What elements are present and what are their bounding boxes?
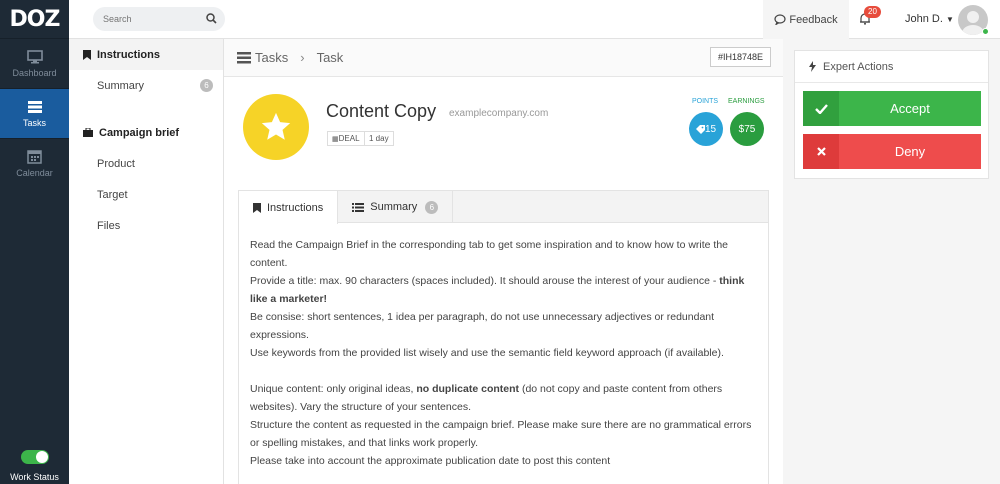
main-rail: DOZ Dashboard Tasks Calendar Work Status: [0, 0, 69, 484]
instruction-paragraph: Provide a title: max. 90 characters (spa…: [250, 275, 745, 305]
rail-label-tasks: Tasks: [22, 117, 46, 128]
subnav-instructions-label: Instructions: [97, 48, 160, 61]
company-name: examplecompany.com: [449, 108, 549, 119]
instruction-paragraph: Use keywords from the provided list wise…: [250, 347, 724, 359]
subnav-item-files[interactable]: Files: [69, 210, 223, 241]
rail-label-dashboard: Dashboard: [12, 67, 57, 78]
points-badge: 15: [689, 112, 723, 146]
rail-label-calendar: Calendar: [16, 168, 53, 178]
rail-item-dashboard[interactable]: Dashboard: [0, 38, 69, 88]
user-menu[interactable]: John D. ▼: [905, 13, 954, 25]
earnings-value: $75: [738, 123, 756, 135]
task-subnav: Instructions Summary 6 Campaign brief Pr…: [69, 39, 224, 484]
work-status-toggle[interactable]: [20, 450, 49, 464]
subnav-campaign-brief[interactable]: Campaign brief: [69, 117, 223, 148]
subnav-summary-label: Summary: [97, 79, 145, 92]
check-icon: [803, 91, 839, 126]
chevron-right-icon: ›: [300, 50, 305, 65]
summary-count-badge: 6: [200, 79, 213, 92]
star-icon: [261, 112, 291, 140]
tab-summary[interactable]: Summary 6: [338, 191, 454, 223]
list-icon: [352, 202, 365, 212]
accept-label: Accept: [890, 101, 930, 116]
subnav-item-target[interactable]: Target: [69, 179, 223, 210]
subnav-item-product[interactable]: Product: [69, 148, 223, 179]
search-icon[interactable]: [206, 13, 217, 24]
calendar-icon: ▦: [332, 136, 339, 143]
stack-icon: [237, 51, 251, 63]
top-bar: Feedback 20 John D. ▼: [69, 0, 1000, 39]
caret-down-icon: ▼: [945, 15, 954, 24]
expert-actions-title: Expert Actions: [823, 60, 894, 73]
search-box: [93, 7, 225, 31]
page-title: Content Copy: [326, 101, 437, 121]
instruction-paragraph: Be consise: short sentences, 1 idea per …: [250, 311, 715, 341]
tab-strip: Instructions Summary 6: [239, 191, 768, 224]
earnings-label: EARNINGS: [728, 98, 765, 105]
task-id-badge: #IH18748E: [709, 47, 771, 67]
bookmark-icon: [83, 49, 91, 60]
duration-tag: 1 day: [364, 131, 394, 146]
bookmark-icon: [253, 202, 261, 213]
breadcrumb-tasks[interactable]: Tasks: [255, 50, 288, 65]
stack-icon: [27, 100, 42, 113]
instruction-paragraph: Unique content: only original ideas, no …: [250, 383, 723, 413]
task-main-panel: Tasks › Task #IH18748E Content Copy exam…: [224, 39, 783, 484]
app-logo[interactable]: DOZ: [0, 0, 69, 38]
instructions-content: Read the Campaign Brief in the correspon…: [239, 223, 768, 483]
tab-instructions[interactable]: Instructions: [239, 191, 339, 224]
task-tabs: Instructions Summary 6 Read the Campaign…: [238, 190, 769, 484]
subnav-summary[interactable]: Summary 6: [69, 70, 223, 101]
work-status-label: Work Status: [10, 472, 59, 482]
deny-button[interactable]: Deny: [803, 134, 981, 169]
online-status-dot: [982, 28, 989, 35]
briefcase-icon: [83, 128, 93, 137]
instruction-paragraph: Please take into account the approximate…: [250, 455, 611, 467]
summary-tab-count: 6: [425, 200, 439, 214]
breadcrumb-task: Task: [316, 50, 344, 65]
notification-count-badge: 20: [864, 6, 881, 18]
subnav-campaign-label: Campaign brief: [99, 126, 180, 139]
rail-item-tasks[interactable]: Tasks: [0, 88, 69, 138]
monitor-icon: [26, 49, 43, 63]
earnings-badge: $75: [730, 112, 764, 146]
work-status: Work Status: [0, 444, 69, 484]
task-star-badge: [243, 94, 309, 160]
instruction-paragraph: Read the Campaign Brief in the correspon…: [250, 239, 729, 269]
points-value: 15: [704, 123, 717, 135]
deny-label: Deny: [894, 144, 926, 159]
accept-button[interactable]: Accept: [803, 91, 981, 126]
deal-tag: ▦DEAL: [327, 131, 365, 146]
points-label: POINTS: [692, 98, 719, 105]
search-input[interactable]: [103, 7, 203, 31]
feedback-label: Feedback: [789, 13, 838, 26]
instruction-paragraph: Structure the content as requested in th…: [250, 419, 752, 449]
close-icon: [803, 134, 839, 169]
rail-item-calendar[interactable]: Calendar: [0, 138, 69, 188]
breadcrumb: Tasks › Task #IH18748E: [224, 39, 783, 77]
expert-actions-panel: Expert Actions Accept Deny: [794, 50, 989, 179]
feedback-button[interactable]: Feedback: [763, 0, 849, 39]
lightning-icon: [809, 61, 816, 72]
calendar-icon: [27, 150, 42, 164]
user-name: John D.: [905, 13, 943, 25]
subnav-instructions[interactable]: Instructions: [69, 39, 223, 70]
speech-bubble-icon: [774, 14, 786, 25]
expert-actions-header: Expert Actions: [795, 51, 988, 83]
tag-icon: [695, 124, 705, 134]
